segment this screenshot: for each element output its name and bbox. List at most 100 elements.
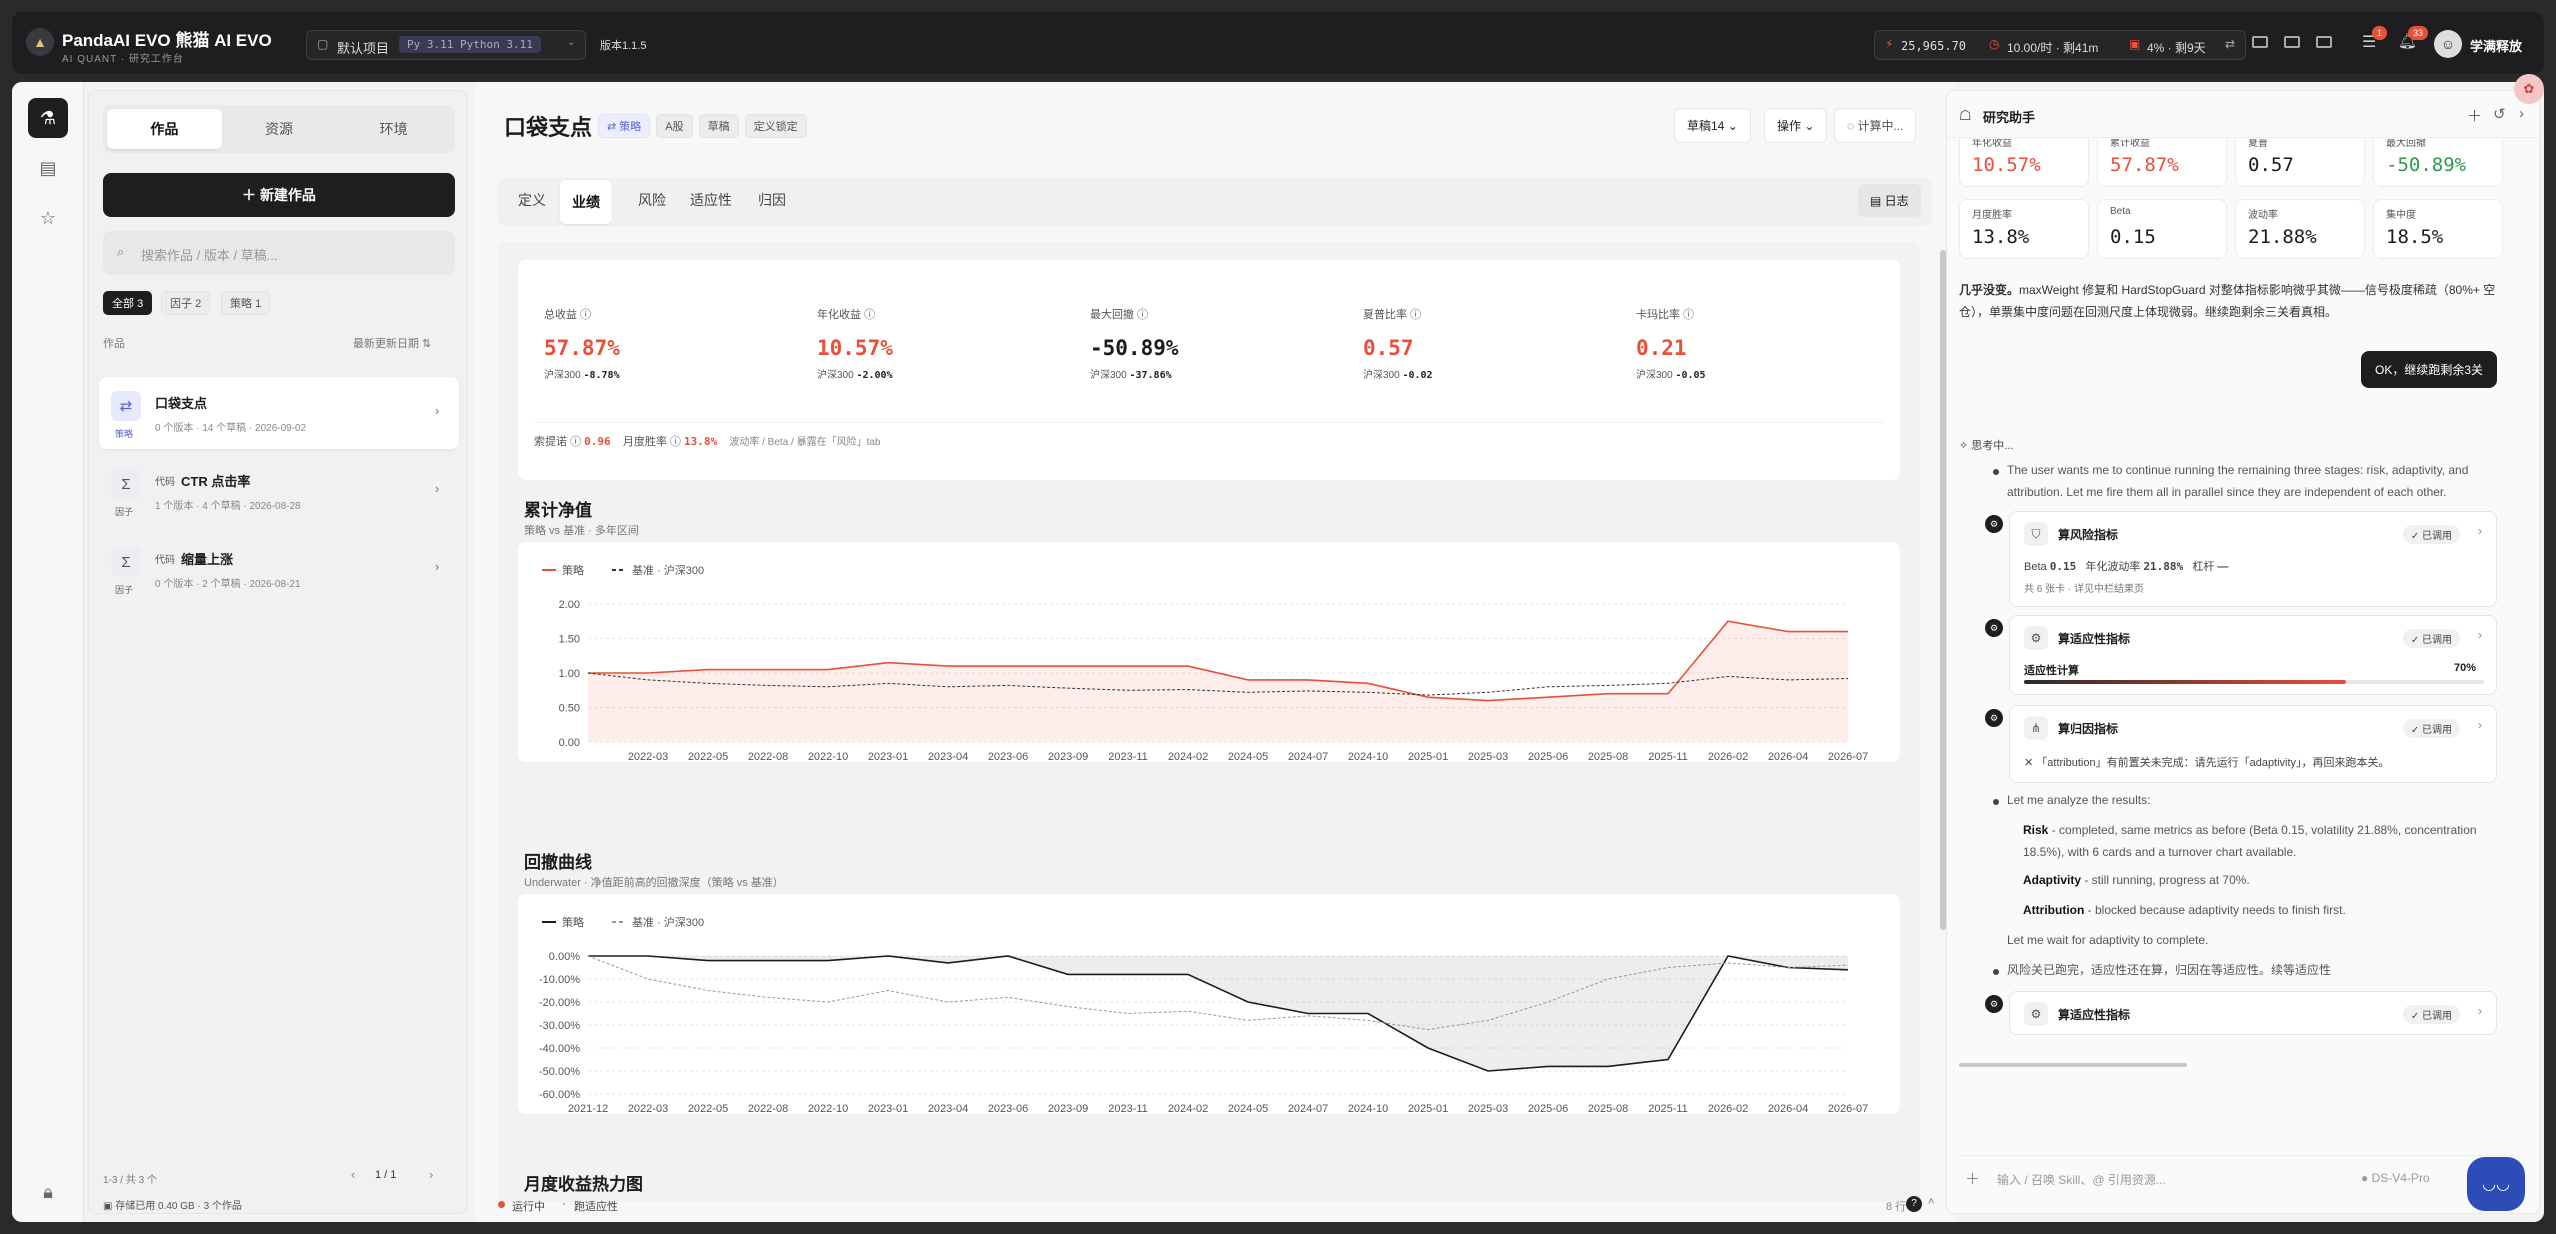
timer-icon: ◷: [1989, 37, 2000, 51]
filter-factor[interactable]: 因子 2: [161, 291, 211, 315]
chat-input-placeholder[interactable]: 输入 / 召唤 Skill、@ 引用资源...: [1997, 1171, 2166, 1188]
horizontal-scrollbar[interactable]: [1959, 1063, 2187, 1067]
x-tick-label: 2025-11: [1648, 1103, 1688, 1114]
history-icon[interactable]: ↺: [2493, 105, 2506, 123]
project-selector[interactable]: ▢ 默认项目 Py 3.11 Python 3.11 ⌄: [306, 30, 586, 60]
x-tick-label: 2026-04: [1768, 751, 1808, 762]
lock-icon[interactable]: 🔒︎: [28, 1172, 68, 1212]
draft-selector[interactable]: 草稿14 ⌄: [1674, 108, 1751, 143]
compute-button[interactable]: ◌ 计算中...: [1834, 108, 1917, 143]
search-box[interactable]: ⌕ 搜索作品 / 版本 / 草稿...: [103, 231, 455, 275]
operations-menu[interactable]: 操作 ⌄: [1764, 108, 1828, 143]
series-area: [588, 956, 1848, 1071]
sparkle-avatar-icon[interactable]: ✿: [2514, 74, 2544, 104]
app-name: PandaAI EVO 熊猫 AI EVO: [62, 31, 272, 50]
chat-input[interactable]: ＋ 输入 / 召唤 Skill、@ 引用资源... ● DS-V4-Pro: [1957, 1155, 2517, 1201]
called-badge: ✓ 已调用: [2402, 629, 2460, 648]
next-page-button[interactable]: ›: [429, 1167, 433, 1182]
x-tick-label: 2025-03: [1468, 1103, 1508, 1114]
item-title: 口袋支点: [155, 396, 208, 411]
x-tick-label: 2024-07: [1288, 751, 1328, 762]
y-tick-label: 2.00: [559, 599, 580, 611]
sort-control[interactable]: 最新更新日期 ⇅: [353, 335, 431, 351]
metric-value: 0.21: [1636, 336, 1687, 360]
notification-badge-a: 1: [2372, 26, 2388, 40]
tab-resources[interactable]: 资源: [222, 109, 337, 149]
list-item[interactable]: ⇄ 策略 口袋支点 0 个版本 · 14 个草稿 · 2026-09-02 ›: [99, 377, 459, 449]
book-icon[interactable]: ▤: [28, 148, 68, 188]
legend-label: 策略: [562, 915, 584, 929]
metric-0: 总收益 ⓘ 57.87% 沪深300 -8.78%: [544, 306, 620, 381]
layout-right-icon[interactable]: [2316, 36, 2332, 48]
y-tick-label: -10.00%: [539, 974, 580, 986]
star-icon[interactable]: ☆: [28, 198, 68, 238]
factor-kind-label: 因子: [115, 507, 134, 517]
new-chat-icon[interactable]: ＋: [2467, 105, 2482, 126]
y-tick-label: 0.50: [559, 703, 580, 715]
plus-icon[interactable]: ＋: [1965, 1168, 1980, 1189]
tab-works[interactable]: 作品: [107, 109, 222, 149]
strategy-icon: ⇄: [111, 391, 141, 421]
thinking-indicator: ✧ 思考中...: [1959, 440, 2014, 452]
new-work-button[interactable]: ＋ 新建作品: [103, 173, 455, 217]
timeline-bullet: [1993, 969, 1999, 975]
called-badge: ✓ 已调用: [2402, 719, 2460, 738]
model-selector[interactable]: ● DS-V4-Pro: [2361, 1171, 2430, 1185]
x-tick-label: 2025-08: [1588, 1103, 1628, 1114]
tab-environment[interactable]: 环境: [336, 109, 451, 149]
dd-chart-title: 回撤曲线: [524, 853, 592, 872]
layout-split-icon[interactable]: [2284, 36, 2300, 48]
list-item[interactable]: Σ 因子 代码 缩量上涨 0 个版本 · 2 个草稿 · 2026-08-21 …: [99, 533, 459, 605]
tool-call-attribution[interactable]: ⋔ 算归因指标 ✓ 已调用 › ✕ 「attribution」有前置关未完成：请…: [2009, 705, 2497, 783]
chinese-note: 风险关已跑完，适应性还在算，归因在等适应性。续等适应性: [2007, 963, 2332, 977]
tool-step-icon: ⚙: [1985, 995, 2003, 1013]
chevron-up-icon[interactable]: ˄: [1928, 1196, 1934, 1208]
legend-label: 基准 · 沪深300: [632, 915, 704, 929]
metric-card: 集中度 18.5%: [2373, 199, 2503, 259]
tab-attribution[interactable]: 归因: [746, 178, 798, 222]
filter-strategy[interactable]: 策略 1: [221, 291, 271, 315]
notification-badge-b: 33: [2408, 26, 2429, 40]
prev-page-button[interactable]: ‹: [351, 1167, 355, 1182]
x-tick-label: 2025-06: [1528, 1103, 1568, 1114]
x-tick-label: 2026-02: [1708, 1103, 1748, 1114]
tool-step-icon: ⚙: [1985, 515, 2003, 533]
lab-flask-icon[interactable]: ⚗: [28, 98, 68, 138]
filter-all[interactable]: 全部 3: [103, 291, 153, 315]
metric-4: 卡玛比率 ⓘ 0.21 沪深300 -0.05: [1636, 306, 1706, 381]
info-icon: ⓘ: [580, 309, 592, 321]
status-dot: [498, 1201, 505, 1208]
chevron-right-icon: ›: [2478, 1004, 2482, 1018]
list-item[interactable]: Σ 因子 代码 CTR 点击率 1 个版本 · 4 个草稿 · 2026-08-…: [99, 455, 459, 527]
tab-risk[interactable]: 风险: [626, 178, 678, 222]
layout-left-icon[interactable]: [2252, 36, 2268, 48]
x-tick-label: 2023-06: [988, 1103, 1028, 1114]
x-tick-label: 2025-03: [1468, 751, 1508, 762]
nav-chart: 策略 基准 · 沪深300 0.00 0.50 1.00 1.50 2.00 2022-03 2…: [542, 563, 1868, 763]
usage-indicator[interactable]: ⚡ 25,965.70 ◷ 10.00/时 · 剩41m ▣ 4% · 剩9天 …: [1874, 30, 2246, 60]
collapse-icon[interactable]: ›: [2519, 105, 2524, 122]
chevron-right-icon: ›: [2478, 524, 2482, 538]
search-input[interactable]: 搜索作品 / 版本 / 草稿...: [141, 245, 278, 264]
gear-icon: ⚙: [2024, 626, 2048, 650]
result-risk: Risk - completed, same metrics as before…: [2023, 823, 2477, 859]
tab-performance[interactable]: 业绩: [560, 180, 612, 224]
item-meta: 1 个版本 · 4 个草稿 · 2026-08-28: [155, 501, 301, 512]
log-button[interactable]: ▤ 日志: [1858, 184, 1921, 217]
status-detail: 跑适应性: [574, 1201, 618, 1213]
tool-call-adaptivity-2[interactable]: ⚙ 算适应性指标 ✓ 已调用 ›: [2009, 991, 2497, 1035]
help-icon[interactable]: ?: [1906, 1196, 1922, 1212]
folder-icon: ▢: [317, 37, 329, 51]
sigma-icon: Σ: [111, 469, 141, 499]
tab-adaptivity[interactable]: 适应性: [678, 178, 744, 222]
risk-note: 共 6 张卡 · 详见中栏结果页: [2024, 584, 2145, 595]
quota-value: 4% · 剩9天: [2147, 41, 2206, 55]
x-tick-label: 2023-04: [928, 751, 968, 762]
tool-call-risk[interactable]: ⛉ 算风险指标 ✓ 已调用 › Beta 0.15 年化波动率 21.88% 杠…: [2009, 511, 2497, 607]
avatar[interactable]: ☺: [2434, 30, 2462, 58]
info-icon: ⓘ: [570, 436, 582, 448]
mascot-icon[interactable]: ◡◡: [2467, 1157, 2525, 1211]
tool-call-adaptivity[interactable]: ⚙ 算适应性指标 ✓ 已调用 › 适应性计算 70%: [2009, 615, 2497, 695]
tab-definition[interactable]: 定义: [506, 178, 558, 222]
user-name[interactable]: 学满释放: [2470, 36, 2522, 55]
